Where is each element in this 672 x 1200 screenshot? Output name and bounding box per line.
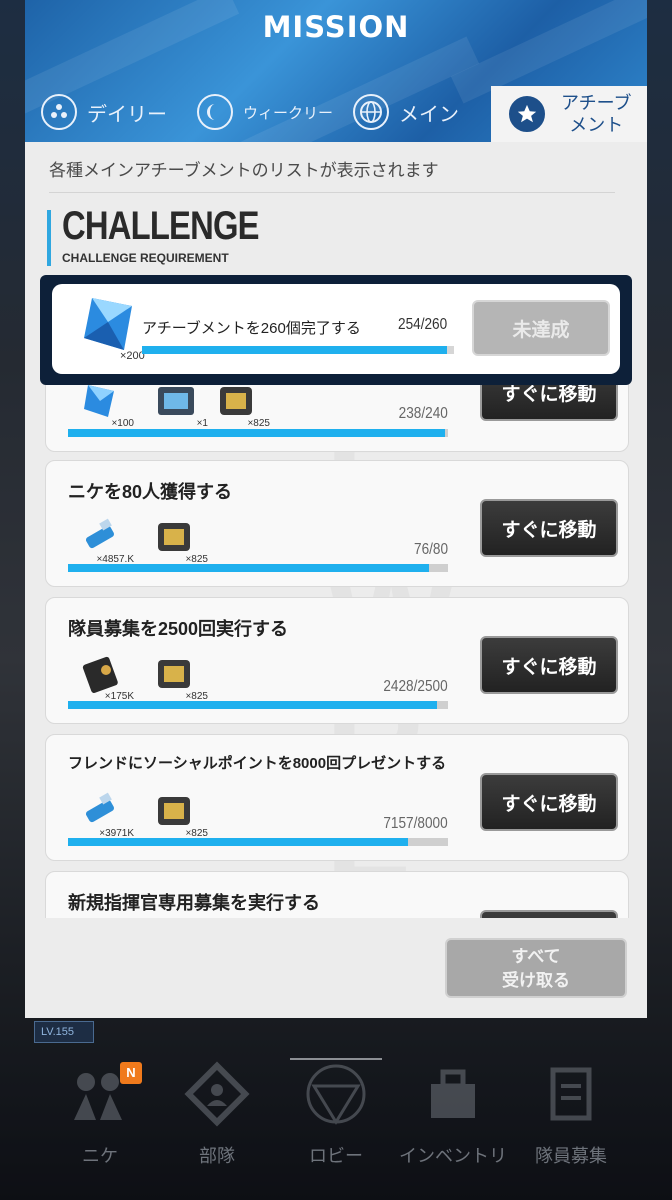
progress-fill [142,346,447,354]
mission-title: フレンドにソーシャルポイントを8000回プレゼントする [68,755,447,772]
tab-main[interactable]: メイン [353,82,459,142]
progress-text: 7157/8000 [383,815,448,832]
credit-case-icon: ×825 [154,654,208,702]
nav-item-recruit[interactable]: 隊員募集 [516,1060,626,1168]
daily-icon [41,94,77,130]
divider [49,192,615,193]
new-badge: N [120,1062,142,1084]
mission-card: 隊員募集を2500回実行する ×175K ×825 2428/2500 すぐに移… [45,597,629,724]
nav-item-squad[interactable]: 部隊 [162,1060,272,1168]
tab-weekly[interactable]: ウィークリー [197,82,333,142]
recruit-icon [550,1067,592,1121]
credit-case-icon: ×825 [216,381,270,429]
highlight-title: アチーブメントを260個完了する [142,320,361,337]
lobby-icon [306,1064,366,1125]
progress-fill [68,429,445,437]
incomplete-button[interactable]: 未達成 [472,300,610,356]
voucher-icon: ×175K [80,654,134,702]
bottom-nav: ニケ 部隊 ロビー インベントリ 隊員募集 [0,1040,672,1200]
nav-item-lobby[interactable]: ロビー [281,1060,391,1168]
mission-card: ニケを80人獲得する ×4857.K ×825 76/80 すぐに移動 [45,460,629,587]
description-text: 各種メインアチーブメントのリストが表示されます [49,161,439,180]
mission-title: 新規指揮官専用募集を実行する [68,893,320,913]
lobby-indicator [290,1058,382,1060]
mission-title: ニケを80人獲得する [68,482,233,502]
chip-box-icon: ×1 [154,381,208,429]
gem-icon: ×100 [80,381,134,429]
mission-card: 新規指揮官専用募集を実行する [45,871,629,918]
gem-icon [80,294,138,356]
highlight-card: ×200 アチーブメントを260個完了する 254/260 未達成 [52,284,620,374]
tab-label: メイン [399,103,459,126]
globe-icon [353,94,389,130]
nav-label: ニケ [82,1146,118,1166]
panel-title: MISSION [262,10,410,44]
panel-header: MISSION デイリー ウィークリー メイン アチーブ メント [25,0,647,142]
progress-text: 254/260 [398,316,448,333]
nav-label: ロビー [309,1146,363,1166]
mission-card: フレンドにソーシャルポイントを8000回プレゼントする ×3971K ×825 … [45,734,629,861]
squad-icon [184,1061,250,1127]
progress-bar [68,564,448,572]
go-button[interactable] [480,910,618,918]
section-subtitle: CHALLENGE REQUIREMENT [62,251,229,265]
progress-text: 2428/2500 [383,678,448,695]
section-title: CHALLENGE [62,204,260,248]
progress-fill [68,838,409,846]
nav-label: インベントリ [399,1146,507,1166]
go-button[interactable]: すぐに移動 [480,499,618,557]
progress-bar [142,346,454,354]
progress-fill [68,564,429,572]
progress-text: 238/240 [398,405,448,422]
progress-fill [68,701,437,709]
go-button[interactable]: すぐに移動 [480,636,618,694]
progress-bar [68,701,448,709]
tab-label: ウィークリー [243,104,334,122]
credit-case-icon: ×825 [154,791,208,839]
inventory-icon [431,1069,475,1118]
progress-bar [68,429,448,437]
claim-all-button[interactable]: すべて 受け取る [445,938,627,998]
nav-label: 隊員募集 [535,1146,607,1166]
mission-panel: MISSION デイリー ウィークリー メイン アチーブ メント 各種メインアチ… [25,0,647,1018]
go-button[interactable]: すぐに移動 [480,773,618,831]
usb-drive-icon: ×4857.K [80,517,134,565]
star-icon [509,96,545,132]
progress-text: 76/80 [413,541,448,558]
nav-label: 部隊 [199,1146,235,1166]
tab-daily[interactable]: デイリー [41,82,167,142]
progress-bar [68,838,448,846]
mission-title: 隊員募集を2500回実行する [68,619,289,639]
section-accent [47,210,51,266]
tab-label: アチーブ メント [561,93,632,135]
nav-item-inventory[interactable]: インベントリ [398,1060,508,1168]
tab-label: デイリー [87,103,167,126]
weekly-icon [197,94,233,130]
usb-drive-icon: ×3971K [80,791,134,839]
tab-achievement[interactable]: アチーブ メント [491,86,647,142]
credit-case-icon: ×825 [154,517,208,565]
